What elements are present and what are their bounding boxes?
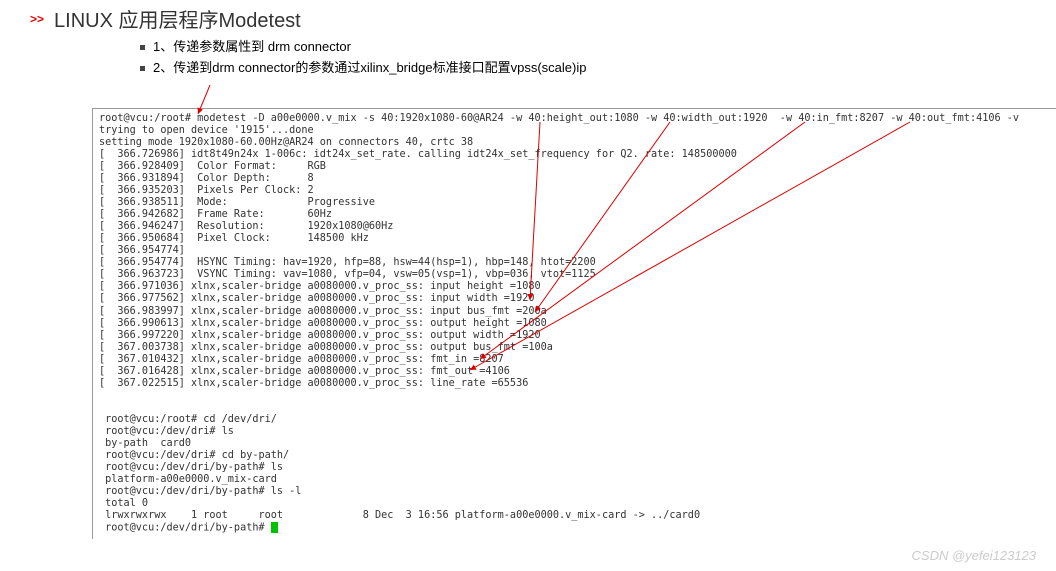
subtitle-1: 1、传递参数属性到 drm connector — [153, 37, 351, 58]
terminal-output: root@vcu:/root# modetest -D a00e0000.v_m… — [92, 108, 1056, 539]
bullet-icon — [140, 66, 145, 71]
cursor-icon — [271, 522, 278, 533]
chevron-icon: >> — [30, 12, 44, 26]
page-title: LINUX 应用层程序Modetest — [54, 4, 301, 33]
watermark: CSDN @yefei123123 — [912, 548, 1036, 563]
subtitle-2: 2、传递到drm connector的参数通过xilinx_bridge标准接口… — [153, 58, 586, 79]
bullet-icon — [140, 45, 145, 50]
